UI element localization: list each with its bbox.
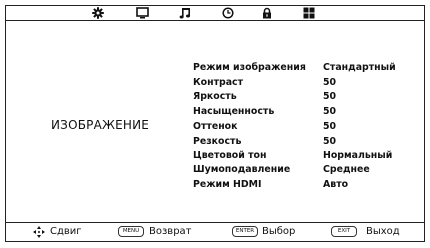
setting-label: Шумоподавление: [193, 164, 291, 175]
menu-key-badge[interactable]: MENU: [118, 226, 144, 237]
monitor-icon[interactable]: [135, 7, 149, 19]
setting-brightness[interactable]: Яркость 50: [193, 91, 418, 103]
exit-key-badge[interactable]: EXIT: [331, 226, 357, 237]
select-hint-label: Выбор: [262, 226, 296, 237]
setting-picture-mode[interactable]: Режим изображения Стандартный: [193, 62, 418, 74]
setting-contrast[interactable]: Контраст 50: [193, 77, 418, 89]
music-note-icon[interactable]: [178, 7, 192, 19]
setting-color-temperature[interactable]: Цветовой тон Нормальный: [193, 150, 418, 162]
clock-icon[interactable]: [221, 7, 235, 19]
move-arrows-icon: [33, 226, 45, 238]
setting-value: 50: [323, 91, 337, 102]
hint-bar: Сдвиг MENU Возврат ENTER Выбор EXIT Выхо…: [6, 222, 424, 241]
grid-icon[interactable]: [302, 7, 316, 19]
setting-tint[interactable]: Оттенок 50: [193, 121, 418, 133]
enter-key-badge[interactable]: ENTER: [232, 226, 258, 237]
setting-label: Яркость: [193, 91, 237, 102]
section-title: ИЗОБРАЖЕНИЕ: [51, 118, 150, 132]
setting-label: Режим изображения: [193, 62, 306, 73]
lock-icon[interactable]: [260, 7, 274, 19]
setting-value: 50: [323, 106, 337, 117]
exit-hint-label: Выход: [366, 226, 400, 237]
osd-menu-frame: ИЗОБРАЖЕНИЕ Режим изображения Стандартны…: [5, 5, 425, 242]
setting-value: Нормальный: [323, 150, 393, 161]
setting-label: Режим HDMI: [193, 179, 262, 190]
setting-saturation[interactable]: Насыщенность 50: [193, 106, 418, 118]
setting-noise-reduction[interactable]: Шумоподавление Среднее: [193, 164, 418, 176]
setting-value: Стандартный: [323, 62, 396, 73]
back-hint-label: Возврат: [149, 226, 192, 237]
move-hint-label: Сдвиг: [50, 226, 82, 237]
setting-value: 50: [323, 136, 337, 147]
setting-sharpness[interactable]: Резкость 50: [193, 136, 418, 148]
setting-label: Резкость: [193, 136, 242, 147]
setting-value: Авто: [323, 179, 349, 190]
setting-label: Оттенок: [193, 121, 238, 132]
setting-hdmi-mode[interactable]: Режим HDMI Авто: [193, 179, 418, 191]
setting-value: 50: [323, 77, 337, 88]
setting-label: Контраст: [193, 77, 244, 88]
setting-label: Цветовой тон: [193, 150, 267, 161]
gear-icon[interactable]: [91, 7, 105, 19]
tab-bar: [6, 6, 424, 21]
setting-value: 50: [323, 121, 337, 132]
setting-value: Среднее: [323, 164, 370, 175]
setting-label: Насыщенность: [193, 106, 275, 117]
